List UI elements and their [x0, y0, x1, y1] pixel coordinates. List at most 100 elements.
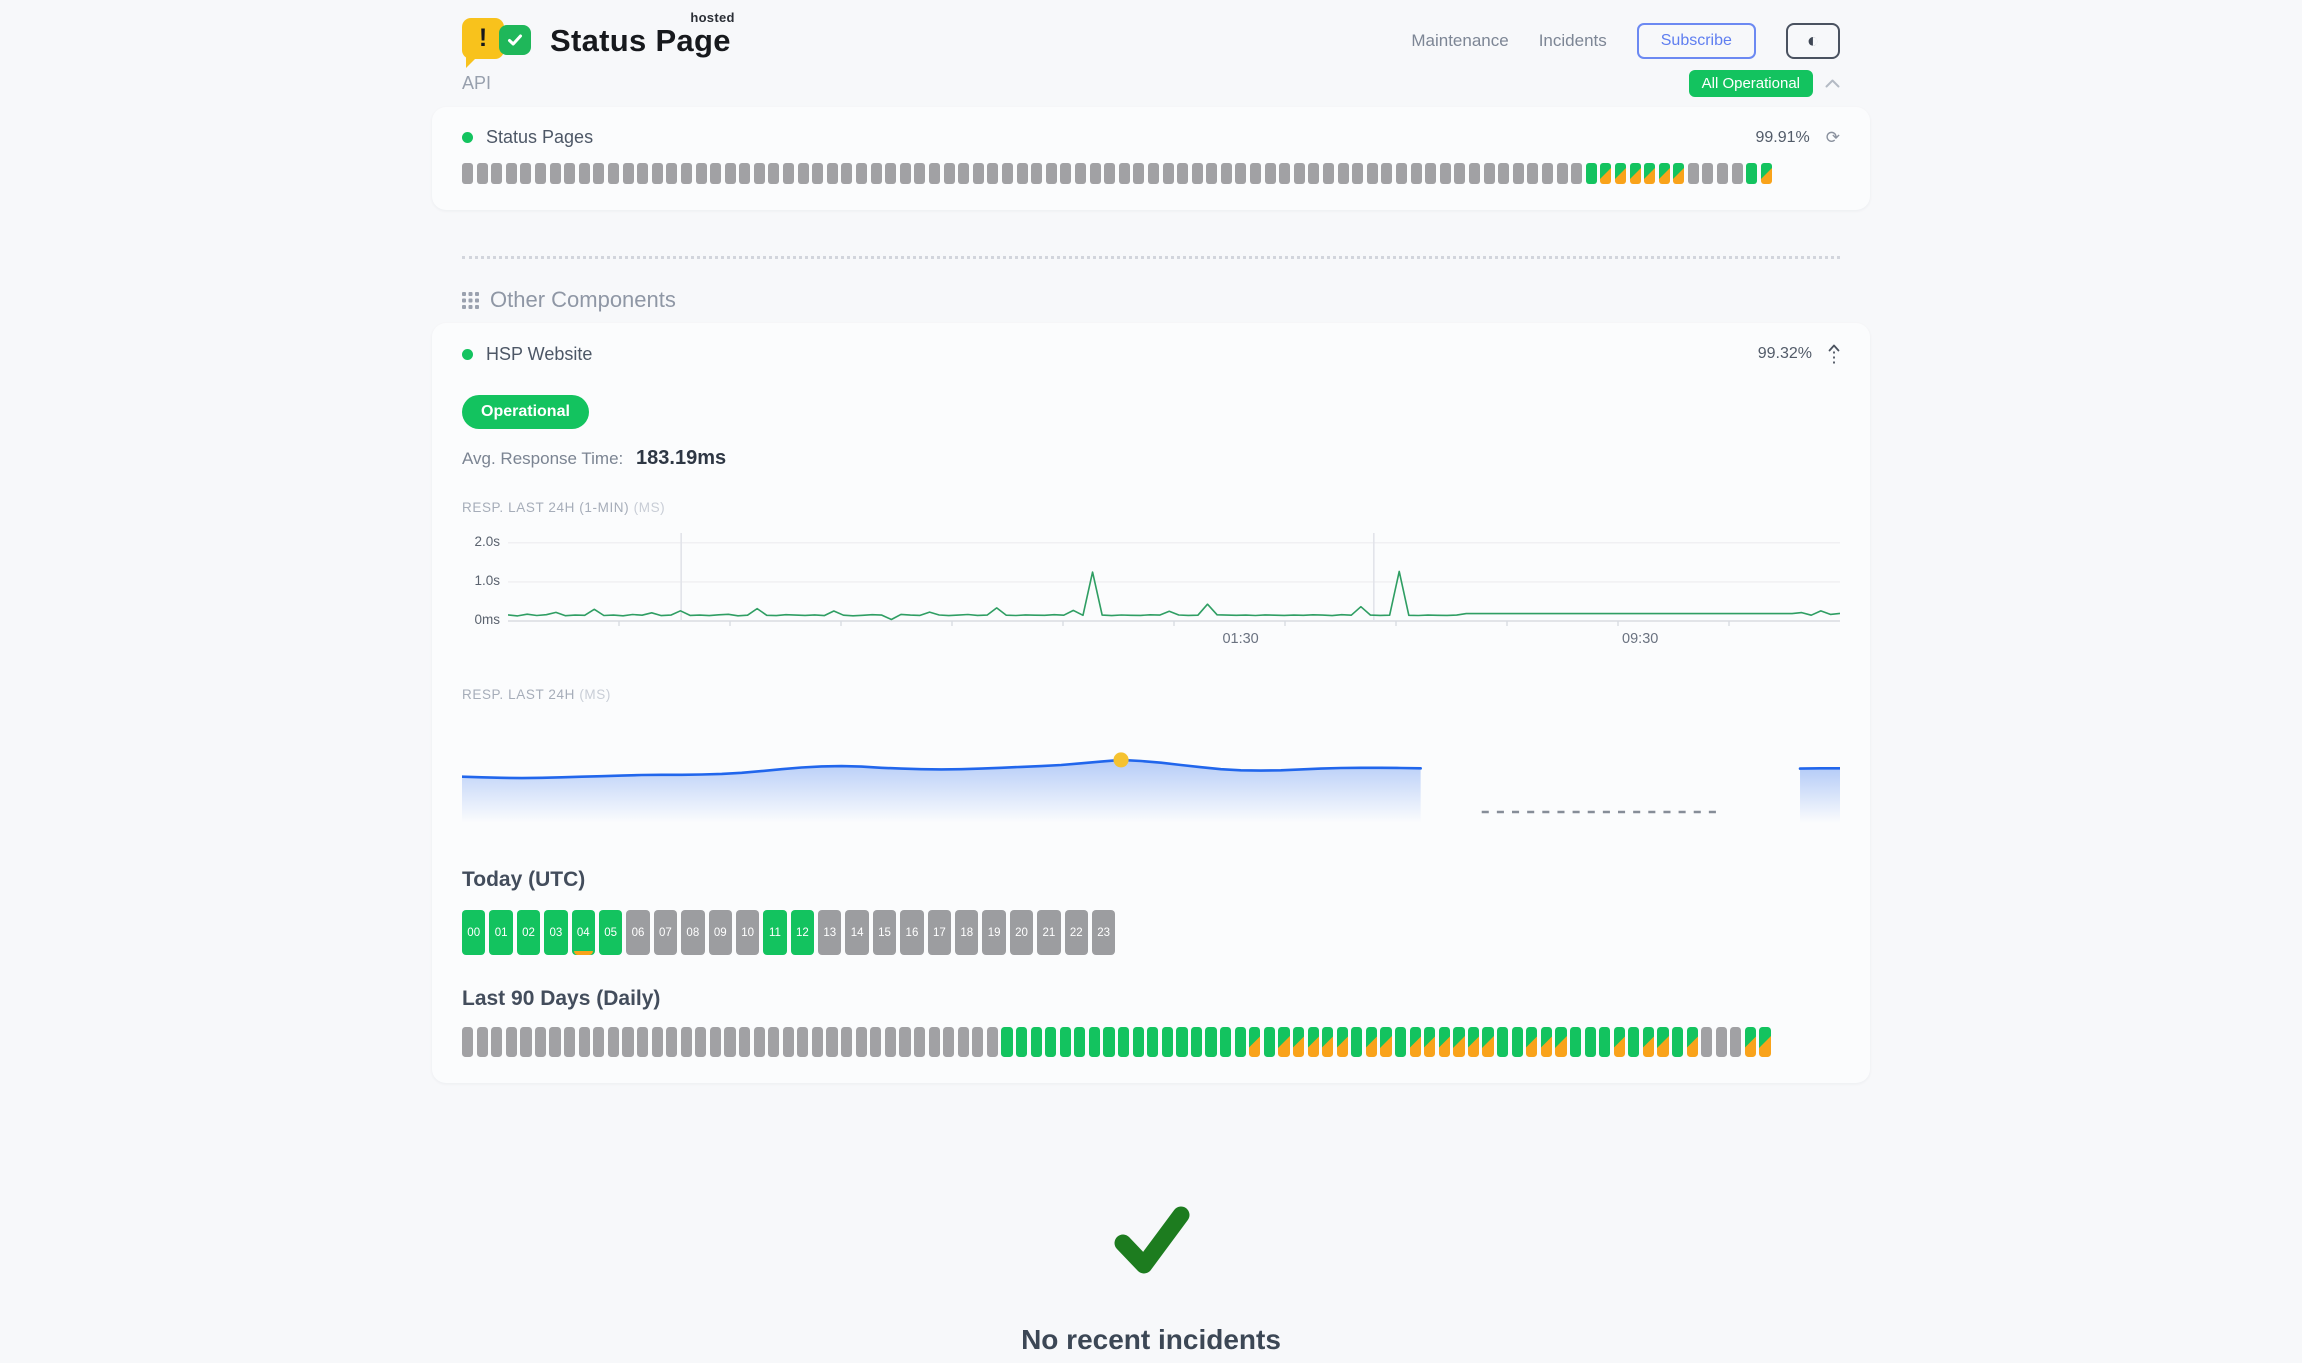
uptime-bar-nodata[interactable] — [1542, 163, 1553, 184]
uptime-bar-nodata[interactable] — [652, 163, 663, 184]
uptime-bar-up[interactable] — [1016, 1027, 1027, 1057]
uptime-bar-nodata[interactable] — [1206, 163, 1217, 184]
uptime-bar-nodata[interactable] — [739, 163, 750, 184]
uptime-bar-nodata[interactable] — [1104, 163, 1115, 184]
hour-block-06[interactable]: 06 — [626, 910, 649, 955]
hour-block-13[interactable]: 13 — [818, 910, 841, 955]
uptime-bar-mixed[interactable] — [1293, 1027, 1304, 1057]
uptime-bar-nodata[interactable] — [1060, 163, 1071, 184]
uptime-bar-nodata[interactable] — [783, 163, 794, 184]
subscribe-button[interactable]: Subscribe — [1637, 23, 1756, 59]
uptime-bar-nodata[interactable] — [1075, 163, 1086, 184]
uptime-bar-nodata[interactable] — [535, 163, 546, 184]
nav-maintenance[interactable]: Maintenance — [1411, 31, 1508, 51]
uptime-bar-up[interactable] — [1191, 1027, 1202, 1057]
hour-block-11[interactable]: 11 — [763, 910, 786, 955]
uptime-bar-mixed[interactable] — [1482, 1027, 1493, 1057]
uptime-bar-nodata[interactable] — [637, 163, 648, 184]
uptime-bar-nodata[interactable] — [491, 1027, 502, 1057]
uptime-bar-up[interactable] — [1599, 1027, 1610, 1057]
uptime-bar-up[interactable] — [1395, 1027, 1406, 1057]
uptime-bar-mixed[interactable] — [1308, 1027, 1319, 1057]
uptime-bar-nodata[interactable] — [550, 163, 561, 184]
uptime-bar-nodata[interactable] — [812, 163, 823, 184]
uptime-bar-nodata[interactable] — [1527, 163, 1538, 184]
uptime-bar-nodata[interactable] — [856, 1027, 867, 1057]
uptime-bar-nodata[interactable] — [535, 1027, 546, 1057]
uptime-bar-nodata[interactable] — [841, 163, 852, 184]
hour-block-07[interactable]: 07 — [654, 910, 677, 955]
uptime-bar-up[interactable] — [1672, 1027, 1683, 1057]
uptime-bar-mixed[interactable] — [1468, 1027, 1479, 1057]
uptime-bar-mixed[interactable] — [1615, 163, 1626, 184]
hour-block-18[interactable]: 18 — [955, 910, 978, 955]
hour-block-14[interactable]: 14 — [845, 910, 868, 955]
uptime-bar-nodata[interactable] — [724, 1027, 735, 1057]
uptime-bar-nodata[interactable] — [725, 163, 736, 184]
uptime-bar-nodata[interactable] — [1454, 163, 1465, 184]
uptime-bar-mixed[interactable] — [1410, 1027, 1421, 1057]
hour-block-15[interactable]: 15 — [873, 910, 896, 955]
hour-block-10[interactable]: 10 — [736, 910, 759, 955]
uptime-bar-nodata[interactable] — [622, 1027, 633, 1057]
hour-block-00[interactable]: 00 — [462, 910, 485, 955]
uptime-bar-nodata[interactable] — [1031, 163, 1042, 184]
uptime-bar-up[interactable] — [1031, 1027, 1042, 1057]
uptime-bar-nodata[interactable] — [579, 1027, 590, 1057]
uptime-bar-nodata[interactable] — [1469, 163, 1480, 184]
uptime-bar-nodata[interactable] — [841, 1027, 852, 1057]
uptime-bar-up[interactable] — [1001, 1027, 1012, 1057]
uptime-bar-mixed[interactable] — [1630, 163, 1641, 184]
hour-block-09[interactable]: 09 — [709, 910, 732, 955]
refresh-icon[interactable]: ⟳ — [1826, 128, 1840, 148]
uptime-bar-nodata[interactable] — [943, 1027, 954, 1057]
uptime-bar-nodata[interactable] — [900, 163, 911, 184]
uptime-bar-nodata[interactable] — [1367, 163, 1378, 184]
uptime-bar-nodata[interactable] — [1177, 163, 1188, 184]
theme-toggle-button[interactable]: ◐ — [1786, 23, 1840, 59]
uptime-bar-nodata[interactable] — [739, 1027, 750, 1057]
uptime-bar-nodata[interactable] — [885, 1027, 896, 1057]
uptime-bar-nodata[interactable] — [929, 163, 940, 184]
uptime-bar-nodata[interactable] — [564, 1027, 575, 1057]
uptime-bar-nodata[interactable] — [1148, 163, 1159, 184]
uptime-bar-nodata[interactable] — [1701, 1027, 1712, 1057]
hour-block-23[interactable]: 23 — [1092, 910, 1115, 955]
uptime-bar-nodata[interactable] — [1017, 163, 1028, 184]
uptime-bar-up[interactable] — [1497, 1027, 1508, 1057]
uptime-bar-up[interactable] — [1570, 1027, 1581, 1057]
uptime-bar-mixed[interactable] — [1600, 163, 1611, 184]
uptime-bar-nodata[interactable] — [1192, 163, 1203, 184]
uptime-bar-nodata[interactable] — [1046, 163, 1057, 184]
uptime-bar-nodata[interactable] — [826, 1027, 837, 1057]
uptime-bar-mixed[interactable] — [1614, 1027, 1625, 1057]
uptime-bar-mixed[interactable] — [1526, 1027, 1537, 1057]
uptime-bar-up[interactable] — [1089, 1027, 1100, 1057]
uptime-bar-nodata[interactable] — [520, 1027, 531, 1057]
uptime-bar-nodata[interactable] — [695, 1027, 706, 1057]
uptime-bar-up[interactable] — [1074, 1027, 1085, 1057]
uptime-bar-nodata[interactable] — [506, 1027, 517, 1057]
uptime-bar-up[interactable] — [1133, 1027, 1144, 1057]
hour-block-02[interactable]: 02 — [517, 910, 540, 955]
uptime-bar-nodata[interactable] — [1425, 163, 1436, 184]
hour-block-19[interactable]: 19 — [982, 910, 1005, 955]
uptime-bar-nodata[interactable] — [608, 1027, 619, 1057]
hour-block-05[interactable]: 05 — [599, 910, 622, 955]
uptime-bar-mixed[interactable] — [1745, 1027, 1756, 1057]
uptime-bar-nodata[interactable] — [681, 163, 692, 184]
uptime-bar-mixed[interactable] — [1439, 1027, 1450, 1057]
uptime-bar-nodata[interactable] — [608, 163, 619, 184]
uptime-bar-mixed[interactable] — [1337, 1027, 1348, 1057]
uptime-bar-nodata[interactable] — [870, 1027, 881, 1057]
uptime-bar-nodata[interactable] — [1484, 163, 1495, 184]
uptime-bar-nodata[interactable] — [637, 1027, 648, 1057]
uptime-bar-nodata[interactable] — [1716, 1027, 1727, 1057]
uptime-bar-nodata[interactable] — [899, 1027, 910, 1057]
uptime-bar-nodata[interactable] — [549, 1027, 560, 1057]
uptime-bar-nodata[interactable] — [1396, 163, 1407, 184]
uptime-bar-nodata[interactable] — [783, 1027, 794, 1057]
uptime-bar-nodata[interactable] — [944, 163, 955, 184]
uptime-bar-nodata[interactable] — [929, 1027, 940, 1057]
uptime-bar-nodata[interactable] — [520, 163, 531, 184]
